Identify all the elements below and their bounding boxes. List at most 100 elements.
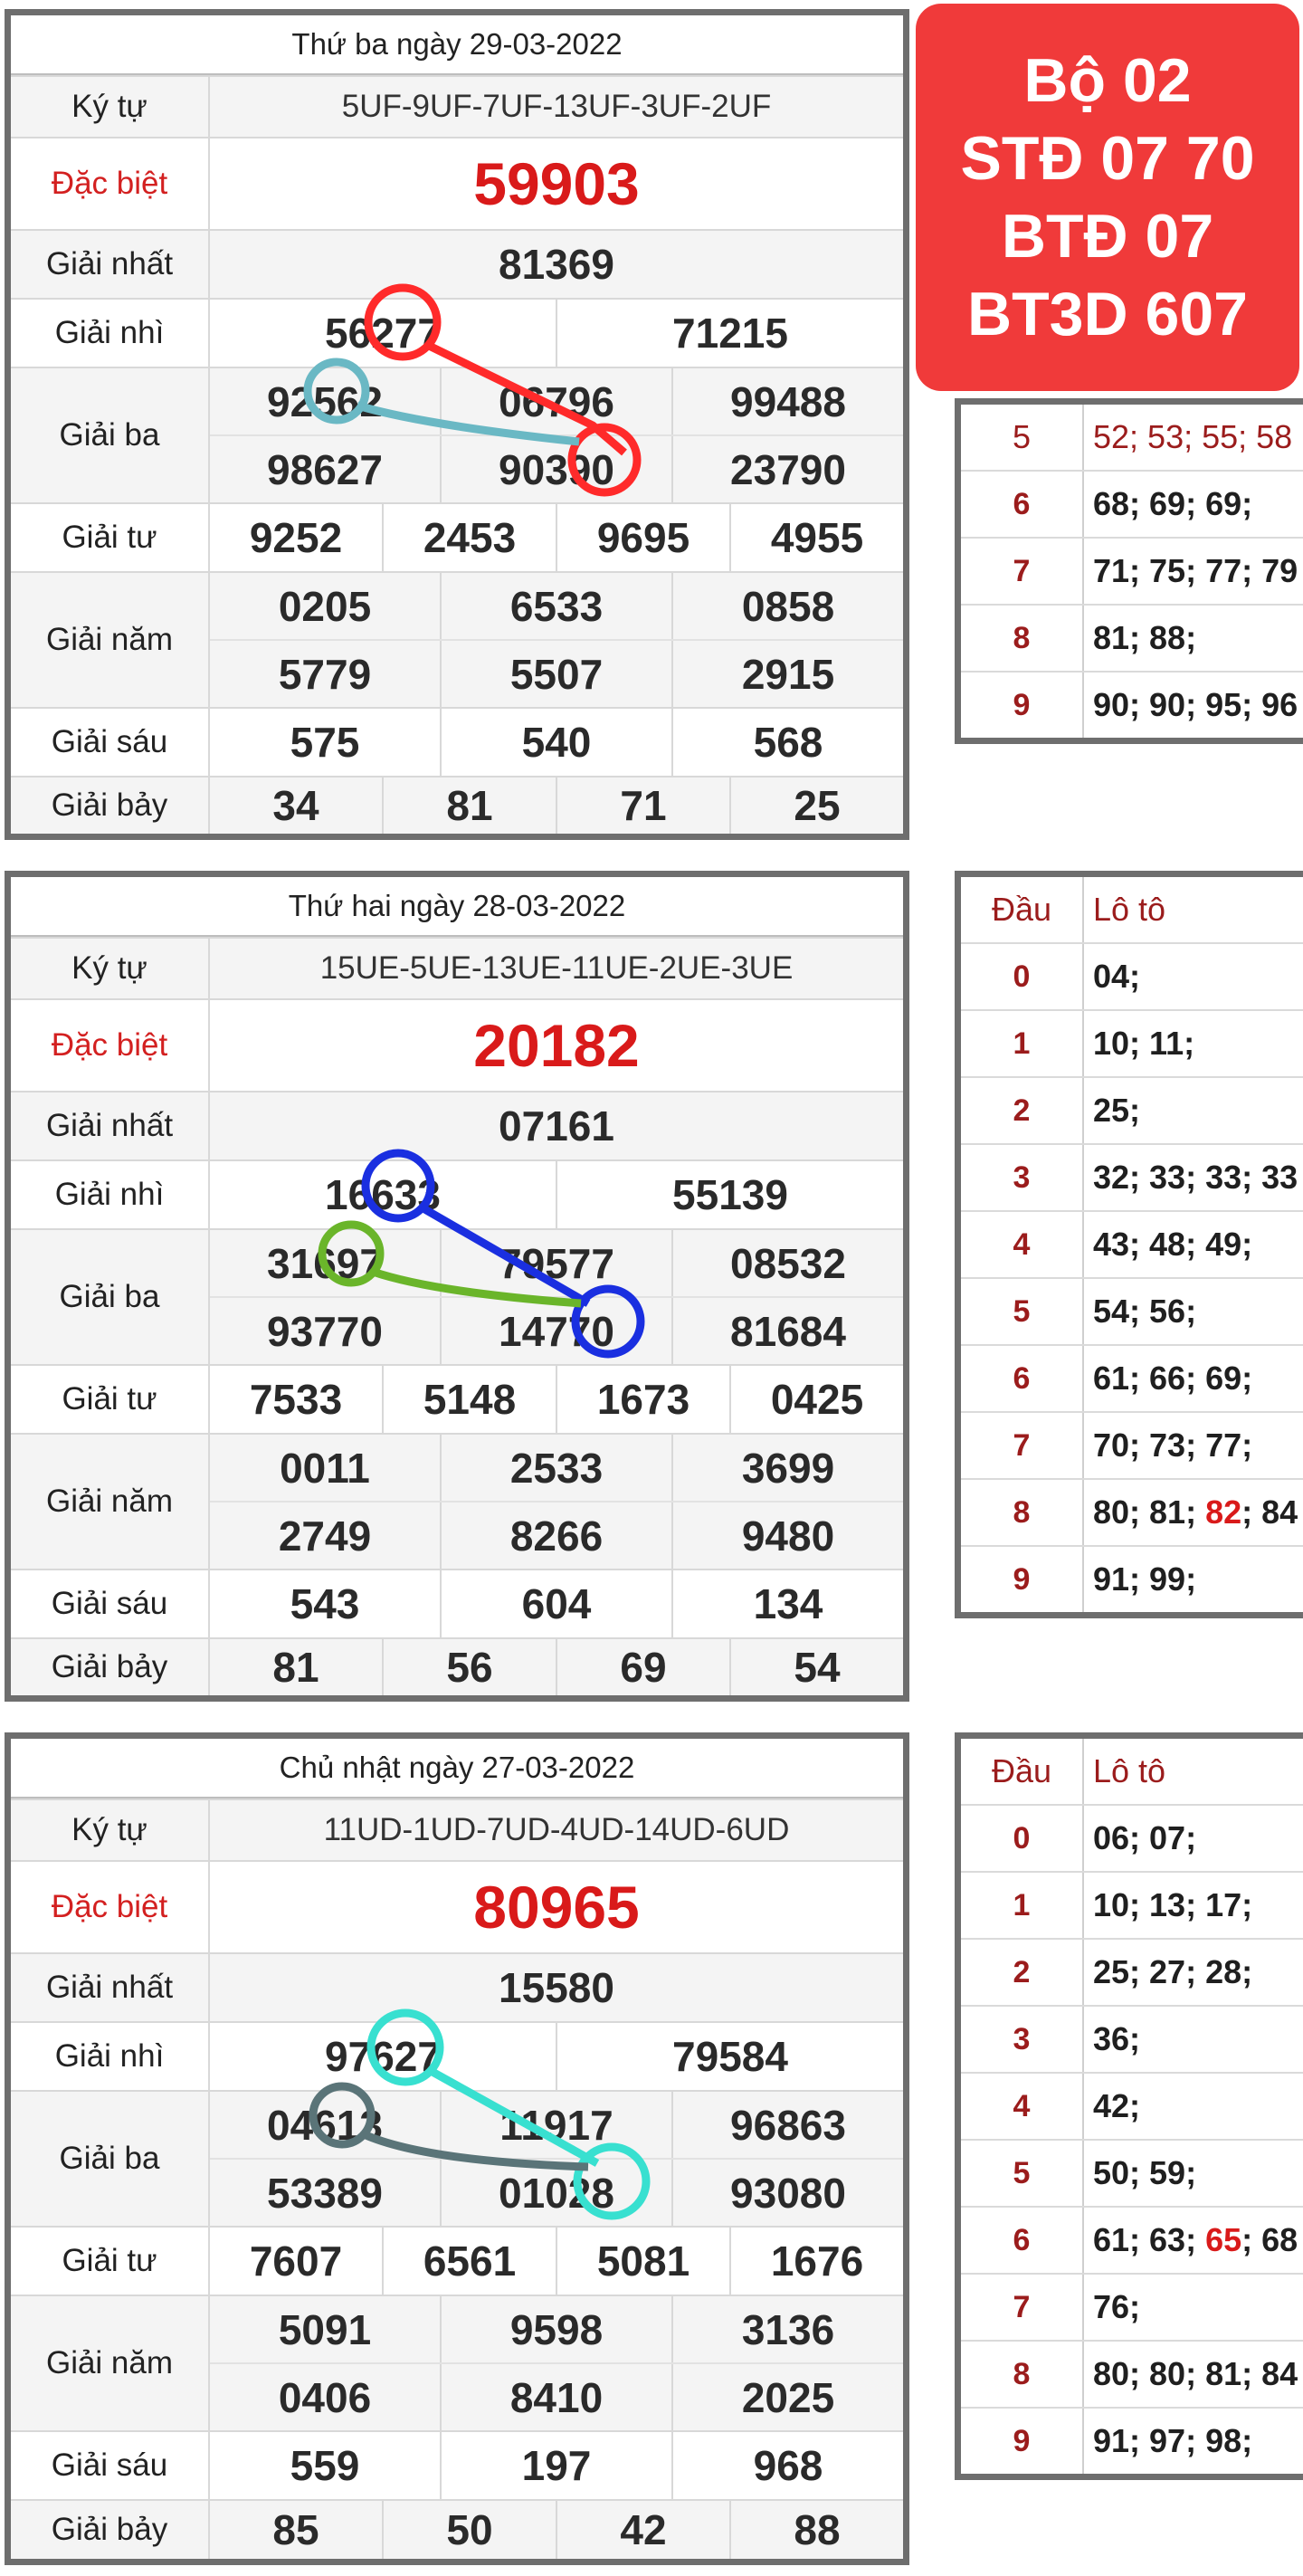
draw-date: Chủ nhật ngày 27-03-2022 <box>11 1739 903 1798</box>
loto-head-dau: Đầu <box>961 1739 1084 1804</box>
loto-row: 8 81; 88; <box>961 604 1303 671</box>
loto-values: 50; 59; <box>1093 2154 1197 2191</box>
loto-row: 2 25; 27; 28; <box>961 1938 1303 2005</box>
loto-values: 91; 97; 98; <box>1093 2422 1253 2459</box>
badge-line: BT3D 607 <box>967 280 1248 348</box>
prize-number: 71215 <box>556 300 903 367</box>
prize-label: Ký tự <box>11 939 210 998</box>
loto-values: 25; 27; 28; <box>1093 1953 1253 1990</box>
loto-cell: 81; 88; <box>1084 606 1303 671</box>
prize-number: 1676 <box>729 2228 903 2295</box>
prize-number: 2749 <box>278 1512 372 1560</box>
loto-row: 3 36; <box>961 2005 1303 2072</box>
loto-values: 91; 99; <box>1093 1560 1197 1598</box>
prize-number: 92562 <box>267 377 383 425</box>
loto-dau: 8 <box>961 606 1084 671</box>
loto-dau: 3 <box>961 1145 1084 1210</box>
loto-row: 1 10; 11; <box>961 1009 1303 1076</box>
loto-row: 0 04; <box>961 942 1303 1009</box>
loto-cell: 10; 13; 17; <box>1084 1873 1303 1938</box>
prize-number: 81369 <box>499 241 614 288</box>
loto-cell: 36; <box>1084 2007 1303 2072</box>
prize-number: 3699 <box>671 1435 903 1501</box>
result-table-0327: Chủ nhật ngày 27-03-2022 Ký tự 11UD-1UD-7… <box>5 1732 909 2565</box>
prize-label: Ký tự <box>11 77 210 137</box>
loto-dau: 0 <box>961 944 1084 1009</box>
loto-cell: 91; 97; 98; <box>1084 2409 1303 2474</box>
loto-cell: 54; 56; <box>1084 1279 1303 1344</box>
loto-values: 42; <box>1093 2087 1141 2124</box>
loto-values: 71; 75; 77; 79 <box>1093 552 1298 589</box>
loto-table-0328: Đầu Lô tô 0 04; 1 10; 11; 2 25; 3 32; 33; 33; 33 4… <box>955 871 1303 1618</box>
loto-dau: 2 <box>961 1078 1084 1143</box>
prize-label: Giải nhất <box>11 1954 210 2021</box>
prize-number: 9252 <box>249 514 343 561</box>
loto-row: 5 50; 59; <box>961 2139 1303 2206</box>
prize-number: 8410 <box>440 2364 671 2430</box>
loto-cell: 68; 69; 69; <box>1084 472 1303 537</box>
loto-values: 36; <box>1093 2020 1141 2057</box>
prize-number: 69 <box>556 1639 729 1695</box>
prize-number: 4955 <box>729 504 903 571</box>
prize-number: 55139 <box>556 1161 903 1228</box>
loto-dau: 1 <box>961 1011 1084 1076</box>
prize-label: Giải ba <box>11 2092 210 2226</box>
prize-number: 08532 <box>671 1230 903 1296</box>
loto-cell: 61; 66; 69; <box>1084 1346 1303 1411</box>
prize-number: 15580 <box>499 1964 614 2011</box>
loto-dau: 7 <box>961 539 1084 604</box>
prize-number: 34 <box>272 782 319 829</box>
badge-line: BTĐ 07 <box>1001 202 1214 271</box>
loto-special-value: 82 <box>1205 1493 1242 1531</box>
prize-number: 93770 <box>267 1307 383 1355</box>
loto-row: 4 42; <box>961 2072 1303 2139</box>
prize-number: 25 <box>729 778 903 834</box>
prize-number: 56277 <box>325 310 441 357</box>
prize-number: 575 <box>290 719 360 766</box>
loto-dau: 3 <box>961 2007 1084 2072</box>
prize-number: 31697 <box>267 1239 383 1287</box>
prize-number: 81684 <box>671 1298 903 1364</box>
prize-number: 16633 <box>325 1171 441 1218</box>
loto-dau: 6 <box>961 2208 1084 2273</box>
loto-values: 10; 11; <box>1093 1025 1195 1062</box>
prize-number: 9695 <box>556 504 729 571</box>
prize-number: 96863 <box>671 2092 903 2158</box>
prize-number: 20182 <box>473 1012 640 1079</box>
prize-number: 7607 <box>249 2237 343 2285</box>
loto-values: 06; 07; <box>1093 1819 1197 1856</box>
loto-values: 90; 90; 95; 96 <box>1093 686 1298 723</box>
loto-dau: 7 <box>961 1413 1084 1478</box>
prize-number: 540 <box>440 709 671 776</box>
prize-label: Giải bảy <box>11 778 210 834</box>
prize-number: 5507 <box>440 641 671 707</box>
prize-number: 80965 <box>473 1874 640 1941</box>
prize-number: 2453 <box>382 504 556 571</box>
loto-values: ; 84 <box>1241 1493 1298 1531</box>
loto-cell: 76; <box>1084 2275 1303 2340</box>
prize-number: 968 <box>671 2432 903 2499</box>
prize-label: Giải nhì <box>11 1161 210 1228</box>
loto-special-value: 65 <box>1205 2221 1242 2258</box>
prize-number: 2533 <box>440 1435 671 1501</box>
loto-row: 9 90; 90; 95; 96 <box>961 671 1303 738</box>
loto-dau: 5 <box>961 405 1084 470</box>
result-table-0329: Thứ ba ngày 29-03-2022 Ký tự 5UF-9UF-7UF-… <box>5 9 909 840</box>
loto-row: 6 61; 63; 65; 68 <box>961 2206 1303 2273</box>
loto-head-loto: Lô tô <box>1093 891 1166 928</box>
loto-cell: 52; 53; 55; 58 <box>1084 405 1303 470</box>
loto-row: 8 80; 81; 82; 84 <box>961 1478 1303 1545</box>
loto-head-loto: Lô tô <box>1093 1752 1166 1789</box>
prize-label: Giải nhất <box>11 231 210 298</box>
loto-row: 5 52; 53; 55; 58 <box>961 405 1303 470</box>
prize-label: Giải bảy <box>11 1639 210 1695</box>
loto-row: 9 91; 99; <box>961 1545 1303 1612</box>
loto-row: 6 68; 69; 69; <box>961 470 1303 537</box>
prize-number: 0425 <box>729 1366 903 1433</box>
prize-number: 81 <box>272 1644 319 1691</box>
prize-label: Giải nhì <box>11 300 210 367</box>
loto-cell: 10; 11; <box>1084 1011 1303 1076</box>
prize-number: 04613 <box>267 2101 383 2149</box>
loto-values: 10; 13; 17; <box>1093 1886 1253 1923</box>
loto-row: 9 91; 97; 98; <box>961 2407 1303 2474</box>
